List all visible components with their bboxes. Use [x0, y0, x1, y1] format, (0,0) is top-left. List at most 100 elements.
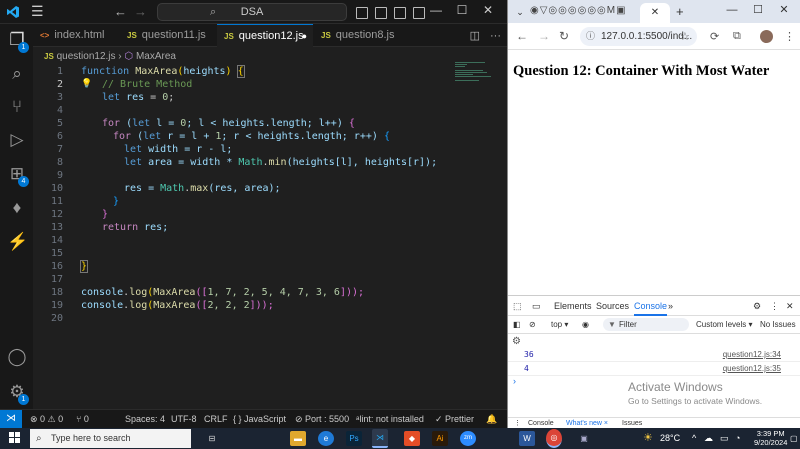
- zoom-icon[interactable]: zm: [460, 431, 476, 446]
- edge-icon[interactable]: e: [318, 431, 334, 446]
- task-view-icon[interactable]: ⊟: [204, 431, 220, 446]
- inspect-element-icon[interactable]: ⬚: [513, 296, 522, 316]
- tab-search-icon[interactable]: ⌄: [513, 5, 527, 19]
- split-editor-icon[interactable]: ◫: [470, 30, 480, 42]
- code-editor[interactable]: 1 2 3 4 5 6 7 8 9 10 11 12 13 14 15 16 1…: [33, 62, 507, 409]
- back-arrow-icon[interactable]: ←: [516, 29, 528, 43]
- problems-indicator[interactable]: ⊗ 0 ⚠ 0: [30, 410, 63, 428]
- tray-battery-icon[interactable]: ▭: [720, 428, 729, 449]
- unsaved-dot-icon[interactable]: ●: [302, 25, 307, 48]
- tray-overflow-chevron-icon[interactable]: ^: [692, 428, 696, 449]
- back-arrow-icon[interactable]: ←: [114, 4, 127, 19]
- device-toolbar-icon[interactable]: ▭: [532, 296, 541, 316]
- sidebar-toggle-icon[interactable]: ◧: [513, 316, 521, 334]
- weather-temperature[interactable]: 28°C: [660, 428, 680, 449]
- tab-index-html[interactable]: <> index.html: [33, 24, 119, 47]
- toggle-secondary-sidebar-icon[interactable]: [394, 7, 406, 19]
- word-icon[interactable]: W: [519, 431, 535, 446]
- encoding-indicator[interactable]: UTF-8: [171, 410, 197, 428]
- indentation-indicator[interactable]: Spaces: 4: [125, 410, 165, 428]
- maximize-icon[interactable]: ☐: [449, 3, 475, 17]
- toggle-panel-icon[interactable]: [375, 7, 387, 19]
- more-tabs-icon[interactable]: »: [668, 296, 673, 316]
- log-levels-dropdown[interactable]: Custom levels ▾: [696, 316, 752, 334]
- devtools-menu-icon[interactable]: ⋮: [770, 296, 779, 316]
- command-center-search[interactable]: ⌕ DSA: [157, 3, 347, 21]
- taskbar-search-box[interactable]: ⌕ Type here to search: [30, 429, 191, 448]
- pinned-tab-favicons[interactable]: ◉▽◎◎◎◎◎◎M▣: [530, 5, 627, 16]
- hamburger-menu-icon[interactable]: ☰: [31, 4, 44, 18]
- source-control-icon[interactable]: ⑂: [7, 97, 27, 117]
- bookmark-star-icon[interactable]: ☆: [680, 30, 690, 43]
- eol-indicator[interactable]: CRLF: [204, 410, 228, 428]
- ports-indicator[interactable]: ⑂ 0: [76, 410, 89, 428]
- search-icon[interactable]: ⌕: [7, 64, 27, 84]
- tab-question11[interactable]: JS question11.js: [120, 24, 216, 47]
- toggle-primary-sidebar-icon[interactable]: [356, 7, 368, 19]
- extensions-puzzle-icon[interactable]: ⧉: [733, 30, 741, 43]
- chrome-icon[interactable]: ◎: [546, 429, 562, 448]
- reload-icon[interactable]: ↻: [559, 29, 569, 43]
- file-explorer-icon[interactable]: ▬: [290, 431, 306, 446]
- maximize-icon[interactable]: ☐: [745, 3, 771, 16]
- windows-start-icon[interactable]: [9, 432, 21, 444]
- vscode-taskbar-icon[interactable]: ⋊: [372, 429, 388, 448]
- taskbar-clock[interactable]: 3:39 PM 9/20/2024: [754, 429, 787, 447]
- close-icon[interactable]: ✕: [771, 3, 797, 16]
- live-expression-eye-icon[interactable]: ◉: [582, 316, 589, 334]
- run-debug-icon[interactable]: ▷: [7, 130, 27, 150]
- devtools-settings-icon[interactable]: ⚙: [753, 296, 761, 316]
- vscode-logo-icon: [7, 6, 19, 18]
- forward-arrow-icon[interactable]: →: [538, 29, 550, 43]
- more-actions-icon[interactable]: ···: [490, 30, 501, 42]
- notifications-bell-icon[interactable]: 🔔: [486, 410, 497, 428]
- kebab-menu-icon[interactable]: ⋮: [784, 30, 795, 43]
- tab-sources[interactable]: Sources: [596, 296, 629, 316]
- lint-status[interactable]: ᵃlint: not installed: [356, 410, 424, 428]
- issues-counter[interactable]: No Issues: [760, 316, 796, 334]
- clear-console-icon[interactable]: ⊘: [529, 316, 536, 334]
- log-source-link[interactable]: question12.js:34: [723, 348, 781, 362]
- remote-indicator-icon[interactable]: ⋊: [0, 410, 22, 428]
- minimize-icon[interactable]: —: [719, 4, 745, 16]
- tab-console[interactable]: Console: [634, 296, 668, 316]
- tab-close-icon[interactable]: ✕: [651, 7, 659, 18]
- notification-center-icon[interactable]: ▢: [790, 428, 798, 449]
- live-server-icon[interactable]: ⚡: [7, 232, 28, 252]
- extension-icon[interactable]: ⟳: [710, 30, 719, 43]
- context-selector[interactable]: top ▾: [551, 316, 568, 334]
- account-icon[interactable]: ◯: [7, 347, 27, 367]
- devtools-close-icon[interactable]: ✕: [786, 296, 794, 316]
- tab-question12[interactable]: JS question12.js ●: [217, 24, 313, 47]
- log-source-link[interactable]: question12.js:35: [723, 362, 781, 376]
- profile-avatar[interactable]: [760, 30, 773, 43]
- url-text: 127.0.0.1:5500/ind...: [601, 31, 693, 42]
- minimap[interactable]: [455, 62, 495, 92]
- photoshop-icon[interactable]: Ps: [346, 431, 362, 446]
- breadcrumb-symbol[interactable]: MaxArea: [136, 51, 176, 62]
- new-tab-icon[interactable]: +: [676, 4, 684, 19]
- close-icon[interactable]: ✕: [475, 3, 501, 17]
- minimize-icon[interactable]: —: [423, 3, 449, 17]
- language-mode[interactable]: { } JavaScript: [233, 410, 286, 428]
- weather-sun-icon[interactable]: ☀: [643, 428, 653, 449]
- illustrator-icon[interactable]: Ai: [432, 431, 448, 446]
- tab-elements[interactable]: Elements: [554, 296, 592, 316]
- python-icon[interactable]: ♦: [7, 198, 27, 218]
- tray-network-icon[interactable]: ◔: [735, 428, 740, 449]
- browser-toolbar: ← → ↻ ⓘ 127.0.0.1:5500/ind... ☆ ⟳ ⧉ ⋮: [508, 23, 800, 50]
- prettier-status[interactable]: ✓ Prettier: [435, 410, 474, 428]
- breadcrumb-file[interactable]: question12.js: [57, 51, 116, 62]
- active-browser-tab[interactable]: ✕: [640, 3, 670, 23]
- tray-cloud-icon[interactable]: ☁: [704, 428, 713, 449]
- forward-arrow-icon[interactable]: →: [134, 4, 147, 19]
- brave-icon[interactable]: ◆: [404, 431, 420, 446]
- remote-desktop-icon[interactable]: ▣: [576, 431, 592, 446]
- console-prompt[interactable]: ›: [513, 376, 516, 386]
- lightbulb-icon[interactable]: 💡: [81, 78, 92, 91]
- live-server-port[interactable]: ⊘ Port : 5500: [295, 410, 349, 428]
- console-filter-input[interactable]: ▼ Filter: [603, 318, 689, 331]
- site-info-icon[interactable]: ⓘ: [586, 27, 595, 46]
- tab-question8[interactable]: JS question8.js: [314, 24, 410, 47]
- console-settings-icon[interactable]: ⚙: [512, 336, 521, 347]
